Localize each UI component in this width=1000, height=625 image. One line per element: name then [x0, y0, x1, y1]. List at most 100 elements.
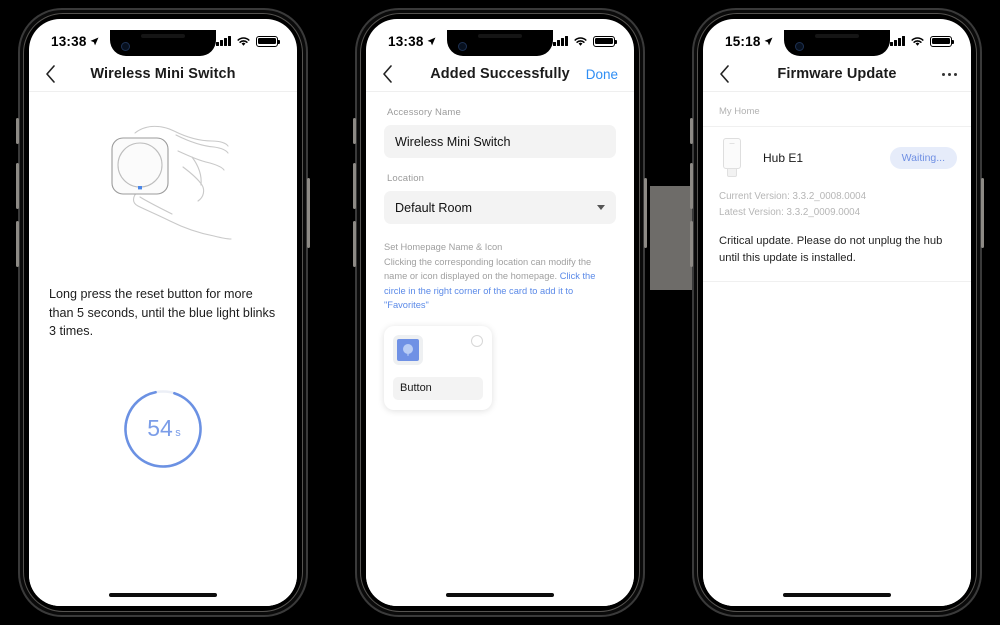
screenshot-stage: 13:38 Wireless Mini Switch Long press th… [0, 0, 1000, 625]
volume-up-button[interactable] [353, 163, 356, 209]
hub-body [723, 138, 741, 169]
chevron-left-icon [46, 65, 55, 83]
cellular-signal-icon [553, 36, 568, 46]
power-button[interactable] [307, 178, 310, 248]
device-name: Hub E1 [763, 151, 804, 165]
earpiece-speaker [815, 34, 859, 38]
phone-screen-3: 15:18 Firmware Update My Home Hub E1 Wai… [703, 19, 971, 606]
home-name-label: My Home [719, 106, 760, 117]
device-name-value: Button [400, 382, 432, 395]
wifi-icon [911, 36, 924, 46]
cellular-signal-icon [890, 36, 905, 46]
volume-down-button[interactable] [353, 221, 356, 267]
current-version: Current Version: 3.3.2_0008.0004 [719, 191, 867, 202]
volume-up-button[interactable] [16, 163, 19, 209]
more-options-icon[interactable] [942, 72, 957, 76]
button-device-icon [397, 338, 419, 361]
battery-icon [930, 35, 955, 47]
status-badge: Waiting... [889, 147, 957, 169]
timer-value: 54 [147, 415, 173, 441]
chevron-left-icon [383, 65, 392, 83]
phone-screen-2: 13:38 Added Successfully Done Accessory … [366, 19, 634, 606]
status-time: 15:18 [725, 34, 773, 49]
power-button[interactable] [644, 178, 647, 248]
device-card[interactable]: Button [384, 325, 492, 410]
hand-holding-switch-illustration [29, 92, 297, 267]
wifi-icon [574, 36, 587, 46]
critical-update-notice: Critical update. Please do not unplug th… [719, 234, 943, 265]
page-title: Firmware Update [777, 66, 897, 82]
wifi-icon [237, 36, 250, 46]
location-label: Location [387, 173, 425, 184]
mute-switch[interactable] [353, 118, 356, 144]
volume-down-button[interactable] [16, 221, 19, 267]
favorite-circle-icon[interactable] [471, 334, 483, 347]
notch [447, 30, 553, 56]
location-arrow-icon [90, 37, 98, 45]
status-icons [553, 35, 618, 47]
status-icons [216, 35, 281, 47]
nav-bar: Firmware Update [703, 57, 971, 91]
power-button[interactable] [981, 178, 984, 248]
front-camera-icon [458, 42, 467, 51]
phone-device-setup-reset: 13:38 Wireless Mini Switch Long press th… [16, 8, 310, 617]
status-time-label: 15:18 [725, 33, 761, 49]
nav-bar: Added Successfully Done [366, 57, 634, 91]
battery-icon [593, 35, 618, 47]
location-select[interactable]: Default Room [384, 191, 616, 224]
front-camera-icon [795, 42, 804, 51]
accessory-name-label: Accessory Name [387, 107, 461, 118]
notch [784, 30, 890, 56]
earpiece-speaker [141, 34, 185, 38]
status-icons [890, 35, 955, 47]
device-name-input[interactable]: Button [393, 376, 483, 400]
hub-plug [727, 168, 737, 177]
location-arrow-icon [427, 37, 435, 45]
phone-device-added-successfully: 13:38 Added Successfully Done Accessory … [353, 8, 647, 617]
firmware-update-body: My Home Hub E1 Waiting... Current Versio… [703, 92, 971, 606]
nav-bar: Wireless Mini Switch [29, 57, 297, 91]
setup-body: Long press the reset button for more tha… [29, 92, 297, 606]
location-arrow-icon [764, 37, 772, 45]
version-info: Current Version: 3.3.2_0008.0004 Latest … [703, 182, 971, 221]
home-indicator[interactable] [446, 593, 554, 597]
phone-device-firmware-update: 15:18 Firmware Update My Home Hub E1 Wai… [690, 8, 984, 617]
volume-down-button[interactable] [690, 221, 693, 267]
section-divider-bottom [703, 281, 971, 283]
hub-device-icon [723, 138, 741, 178]
mute-switch[interactable] [690, 118, 693, 144]
phone-screen-1: 13:38 Wireless Mini Switch Long press th… [29, 19, 297, 606]
chevron-left-icon [720, 65, 729, 83]
status-time-label: 13:38 [51, 33, 87, 49]
latest-version: Latest Version: 3.3.2_0009.0004 [719, 206, 861, 218]
device-row[interactable]: Hub E1 Waiting... [703, 127, 971, 182]
volume-up-button[interactable] [690, 163, 693, 209]
back-button[interactable] [382, 63, 404, 85]
done-button[interactable]: Done [586, 67, 618, 82]
chevron-down-icon [597, 205, 605, 210]
device-icon-button[interactable] [393, 334, 423, 365]
accessory-name-input[interactable]: Wireless Mini Switch [384, 125, 616, 158]
location-value: Default Room [395, 200, 472, 215]
homepage-section-title: Set Homepage Name & Icon [384, 242, 503, 252]
back-button[interactable] [719, 63, 741, 85]
cellular-signal-icon [216, 36, 231, 46]
notch [110, 30, 216, 56]
home-indicator[interactable] [109, 593, 217, 597]
countdown-timer: 54 s [29, 387, 297, 471]
status-time: 13:38 [51, 34, 99, 49]
background-slab [650, 186, 692, 290]
mute-switch[interactable] [16, 118, 19, 144]
back-button[interactable] [45, 63, 67, 85]
page-title: Wireless Mini Switch [90, 66, 236, 82]
accessory-name-value: Wireless Mini Switch [395, 134, 511, 149]
added-successfully-body: Accessory Name Wireless Mini Switch Loca… [366, 92, 634, 606]
status-time-label: 13:38 [388, 33, 424, 49]
homepage-settings-section: Set Homepage Name & Icon Clicking the co… [384, 224, 616, 410]
front-camera-icon [121, 42, 130, 51]
home-indicator[interactable] [783, 593, 891, 597]
timer-unit: s [175, 427, 181, 439]
device-card-header [393, 334, 483, 365]
battery-icon [256, 35, 281, 47]
reset-instruction-text: Long press the reset button for more tha… [49, 287, 276, 338]
